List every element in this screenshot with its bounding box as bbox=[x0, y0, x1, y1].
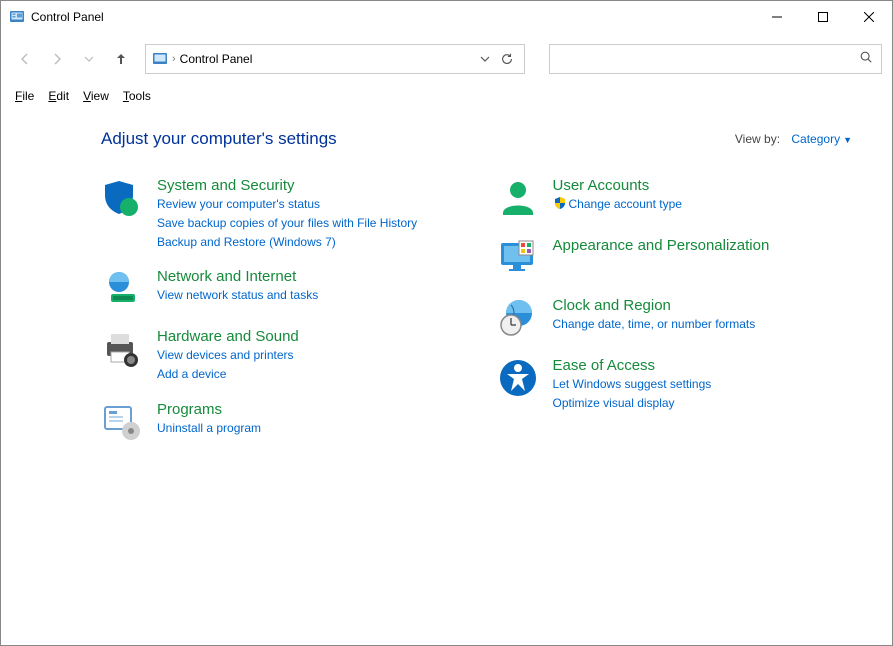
content-area: Adjust your computer's settings View by:… bbox=[1, 109, 892, 463]
search-input[interactable] bbox=[558, 52, 859, 66]
category-hardware: Hardware and Sound View devices and prin… bbox=[101, 328, 457, 383]
breadcrumb-separator-icon[interactable]: › bbox=[172, 53, 176, 65]
category-link[interactable]: View devices and printers bbox=[157, 347, 299, 364]
category-link[interactable]: Save backup copies of your files with Fi… bbox=[157, 215, 417, 232]
navigation-toolbar: › Control Panel bbox=[1, 39, 892, 79]
uac-shield-icon bbox=[553, 196, 567, 210]
view-by-control: View by: Category▼ bbox=[735, 132, 852, 146]
category-link[interactable]: Add a device bbox=[157, 366, 299, 383]
category-clock: Clock and Region Change date, time, or n… bbox=[497, 297, 853, 339]
minimize-button[interactable] bbox=[754, 1, 800, 33]
back-button[interactable] bbox=[11, 45, 39, 73]
category-title[interactable]: User Accounts bbox=[553, 177, 682, 194]
menu-file[interactable]: File bbox=[9, 87, 40, 105]
category-appearance: Appearance and Personalization bbox=[497, 237, 853, 279]
category-title[interactable]: Appearance and Personalization bbox=[553, 237, 770, 254]
category-title[interactable]: Clock and Region bbox=[553, 297, 756, 314]
refresh-button[interactable] bbox=[496, 48, 518, 70]
category-title[interactable]: Hardware and Sound bbox=[157, 328, 299, 345]
category-link[interactable]: Optimize visual display bbox=[553, 395, 712, 412]
recent-locations-button[interactable] bbox=[75, 45, 103, 73]
window-titlebar: Control Panel bbox=[1, 1, 892, 33]
category-link[interactable]: Change date, time, or number formats bbox=[553, 316, 756, 333]
category-programs: Programs Uninstall a program bbox=[101, 401, 457, 443]
category-title[interactable]: Network and Internet bbox=[157, 268, 318, 285]
address-dropdown-button[interactable] bbox=[474, 48, 496, 70]
printer-icon bbox=[101, 328, 143, 370]
address-bar[interactable]: › Control Panel bbox=[145, 44, 525, 74]
up-button[interactable] bbox=[107, 45, 135, 73]
menu-view[interactable]: View bbox=[77, 87, 115, 105]
category-user-accounts: User Accounts Change account type bbox=[497, 177, 853, 219]
control-panel-icon bbox=[9, 9, 25, 25]
category-link[interactable]: Uninstall a program bbox=[157, 420, 261, 437]
menu-tools[interactable]: Tools bbox=[117, 87, 157, 105]
shield-icon bbox=[101, 177, 143, 219]
view-by-value[interactable]: Category▼ bbox=[791, 132, 852, 146]
control-panel-icon bbox=[152, 51, 168, 67]
accessibility-icon bbox=[497, 357, 539, 399]
category-title[interactable]: Ease of Access bbox=[553, 357, 712, 374]
menu-edit[interactable]: Edit bbox=[42, 87, 75, 105]
close-button[interactable] bbox=[846, 1, 892, 33]
forward-button[interactable] bbox=[43, 45, 71, 73]
user-icon bbox=[497, 177, 539, 219]
category-ease-of-access: Ease of Access Let Windows suggest setti… bbox=[497, 357, 853, 412]
category-link[interactable]: Review your computer's status bbox=[157, 196, 417, 213]
category-title[interactable]: Programs bbox=[157, 401, 261, 418]
category-network: Network and Internet View network status… bbox=[101, 268, 457, 310]
page-title: Adjust your computer's settings bbox=[101, 129, 735, 149]
category-link[interactable]: Backup and Restore (Windows 7) bbox=[157, 234, 417, 251]
menu-bar: File Edit View Tools bbox=[1, 83, 892, 109]
breadcrumb[interactable]: Control Panel bbox=[180, 52, 253, 66]
category-title[interactable]: System and Security bbox=[157, 177, 417, 194]
category-link[interactable]: View network status and tasks bbox=[157, 287, 318, 304]
view-by-label: View by: bbox=[735, 132, 780, 146]
monitor-icon bbox=[497, 237, 539, 279]
clock-globe-icon bbox=[497, 297, 539, 339]
network-icon bbox=[101, 268, 143, 310]
category-link[interactable]: Let Windows suggest settings bbox=[553, 376, 712, 393]
maximize-button[interactable] bbox=[800, 1, 846, 33]
category-link[interactable]: Change account type bbox=[553, 196, 682, 213]
search-box[interactable] bbox=[549, 44, 882, 74]
category-system-security: System and Security Review your computer… bbox=[101, 177, 457, 250]
window-title: Control Panel bbox=[31, 10, 754, 24]
programs-icon bbox=[101, 401, 143, 443]
search-icon[interactable] bbox=[859, 50, 873, 69]
chevron-down-icon: ▼ bbox=[843, 135, 852, 145]
